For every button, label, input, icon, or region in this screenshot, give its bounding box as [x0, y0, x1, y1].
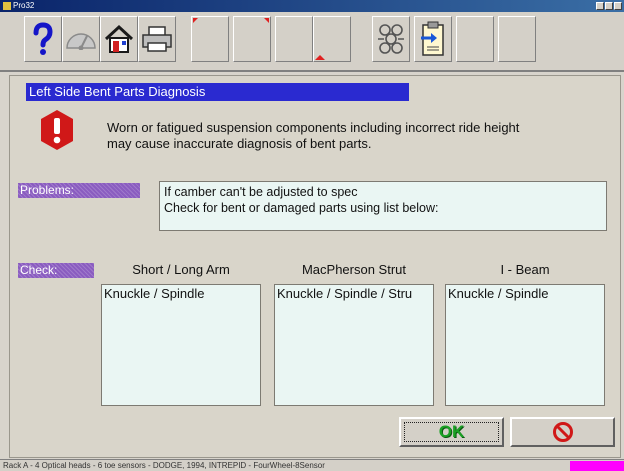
print-button[interactable]: [138, 16, 176, 62]
home-icon: [104, 24, 134, 53]
window-title: Pro32: [13, 1, 35, 10]
gauge-button[interactable]: [62, 16, 100, 62]
toolbar-button-5[interactable]: [191, 16, 229, 62]
window-controls: [596, 2, 622, 10]
check-label: Check:: [18, 263, 94, 278]
problems-line-2: Check for bent or damaged parts using li…: [164, 201, 439, 215]
panel-title: Left Side Bent Parts Diagnosis: [26, 83, 409, 101]
warning-icon: [41, 110, 73, 150]
problems-label: Problems:: [18, 183, 140, 198]
status-indicator: [570, 461, 624, 471]
gauge-icon: [66, 33, 96, 50]
column-heading-short-long-arm: Short / Long Arm: [132, 262, 230, 277]
warning-line-1: Worn or fatigued suspension components i…: [107, 120, 520, 135]
toolbar-button-8[interactable]: [313, 16, 351, 62]
corner-marker-icon: [264, 18, 269, 23]
macpherson-strut-list[interactable]: Knuckle / Spindle / Stru: [274, 284, 434, 406]
wheel-pattern-icon: [378, 24, 404, 54]
toolbar-button-12[interactable]: [498, 16, 536, 62]
column-heading-macpherson-strut: MacPherson Strut: [301, 262, 407, 277]
clipboard-arrow-icon: [421, 21, 444, 56]
list-item[interactable]: Knuckle / Spindle: [104, 286, 258, 302]
status-text: Rack A - 4 Optical heads - 6 toe sensors…: [3, 461, 325, 470]
status-bar: Rack A - 4 Optical heads - 6 toe sensors…: [0, 459, 624, 471]
short-long-arm-list[interactable]: Knuckle / Spindle: [101, 284, 261, 406]
home-button[interactable]: [100, 16, 138, 62]
corner-marker-icon: [315, 55, 325, 60]
i-beam-list[interactable]: Knuckle / Spindle: [445, 284, 605, 406]
app-icon: [3, 2, 11, 10]
toolbar-button-6[interactable]: [233, 16, 271, 62]
toolbar: [0, 12, 624, 72]
ok-button[interactable]: OK: [399, 417, 504, 447]
toolbar-button-11[interactable]: [456, 16, 494, 62]
clipboard-button[interactable]: [414, 16, 452, 62]
printer-icon: [142, 26, 172, 52]
column-heading-i-beam: I - Beam: [500, 262, 550, 277]
title-bar: Pro32: [0, 0, 624, 12]
cancel-button[interactable]: [510, 417, 615, 447]
help-button[interactable]: [24, 16, 62, 62]
problems-line-1: If camber can't be adjusted to spec: [164, 185, 358, 199]
corner-marker-icon: [193, 18, 198, 23]
cancel-icon: [552, 422, 573, 442]
close-button[interactable]: [614, 2, 622, 10]
minimize-button[interactable]: [596, 2, 604, 10]
list-item[interactable]: Knuckle / Spindle / Stru: [277, 286, 431, 302]
help-icon: [33, 22, 53, 55]
warning-line-2: may cause inaccurate diagnosis of bent p…: [107, 136, 372, 151]
maximize-button[interactable]: [605, 2, 613, 10]
ok-focus-rect: OK: [404, 422, 499, 442]
problems-text-box: If camber can't be adjusted to spec Chec…: [159, 181, 607, 231]
list-item[interactable]: Knuckle / Spindle: [448, 286, 602, 302]
wheel-pattern-button[interactable]: [372, 16, 410, 62]
toolbar-button-7[interactable]: [275, 16, 313, 62]
warning-message: Worn or fatigued suspension components i…: [107, 120, 597, 152]
ok-label: OK: [438, 422, 465, 441]
diagnosis-panel: Left Side Bent Parts Diagnosis Worn or f…: [9, 75, 621, 458]
